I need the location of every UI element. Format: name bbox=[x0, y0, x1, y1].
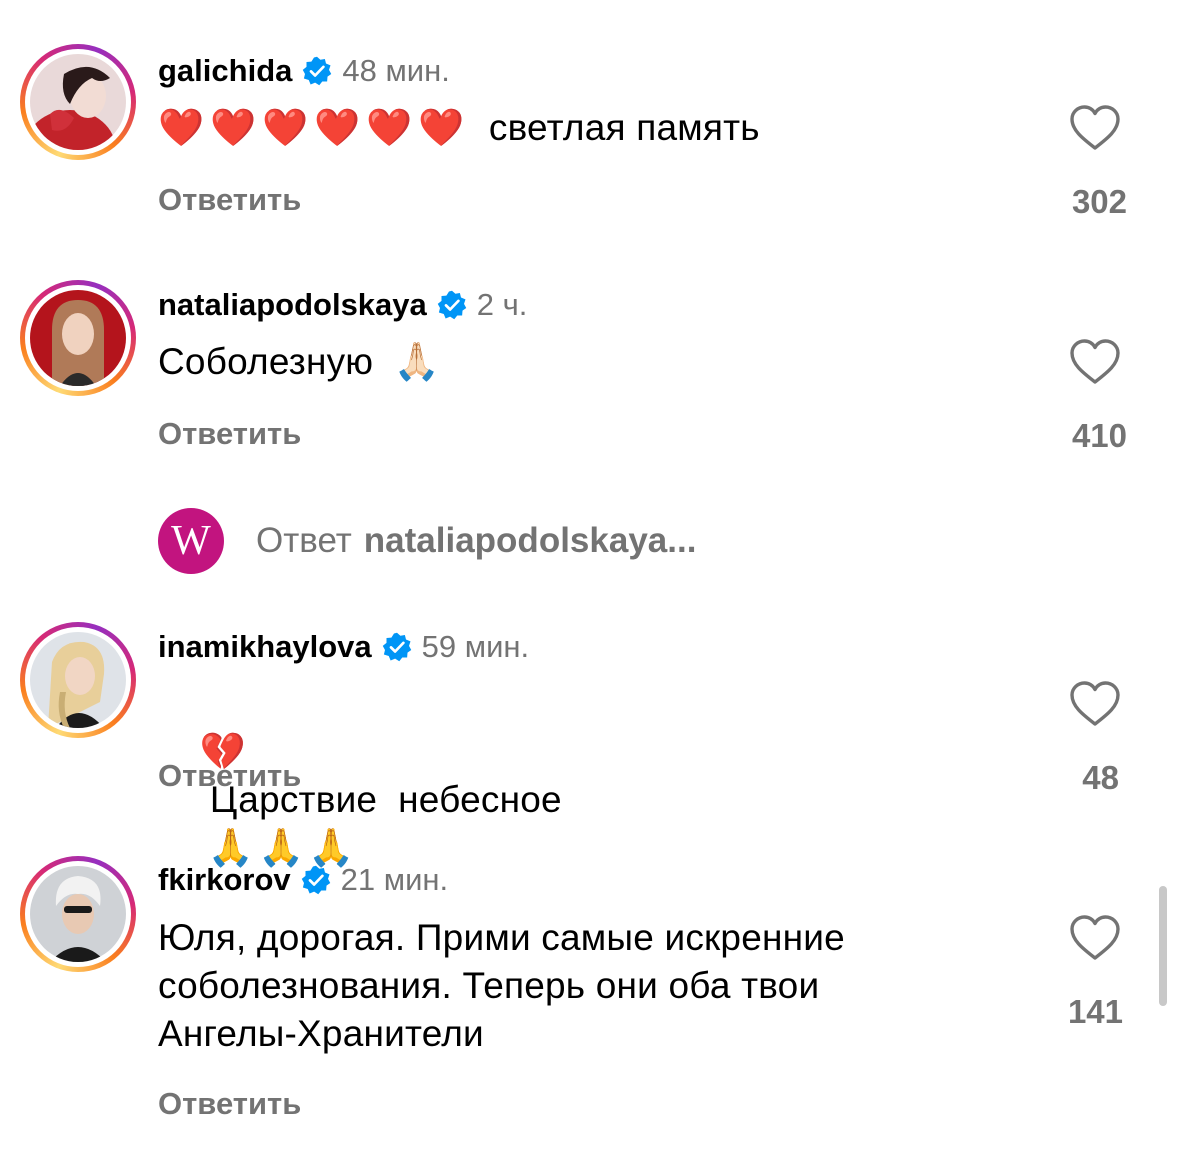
timestamp: 21 мин. bbox=[340, 862, 449, 897]
reply-button[interactable]: Ответить bbox=[158, 1086, 301, 1122]
comment-line: Ангелы-Хранители bbox=[158, 1013, 484, 1054]
heart-like-icon[interactable] bbox=[1068, 914, 1122, 962]
avatar-fkirkorov-image bbox=[30, 866, 126, 962]
comment-fkirkorov: fkirkorov 21 мин. Юля, дорогая. Прими са… bbox=[0, 0, 1179, 1152]
like-count[interactable]: 141 bbox=[1068, 993, 1123, 1031]
comment-line: Юля, дорогая. Прими самые искренние bbox=[158, 917, 845, 958]
verified-badge-icon bbox=[301, 865, 330, 895]
comment-text: Юля, дорогая. Прими самые искренние собо… bbox=[158, 914, 845, 1058]
scrollbar[interactable] bbox=[1159, 886, 1167, 1006]
username[interactable]: fkirkorov bbox=[158, 862, 291, 898]
avatar[interactable] bbox=[30, 866, 126, 962]
story-ring[interactable] bbox=[20, 856, 136, 972]
comment-line: соболезнования. Теперь они оба твои bbox=[158, 965, 820, 1006]
